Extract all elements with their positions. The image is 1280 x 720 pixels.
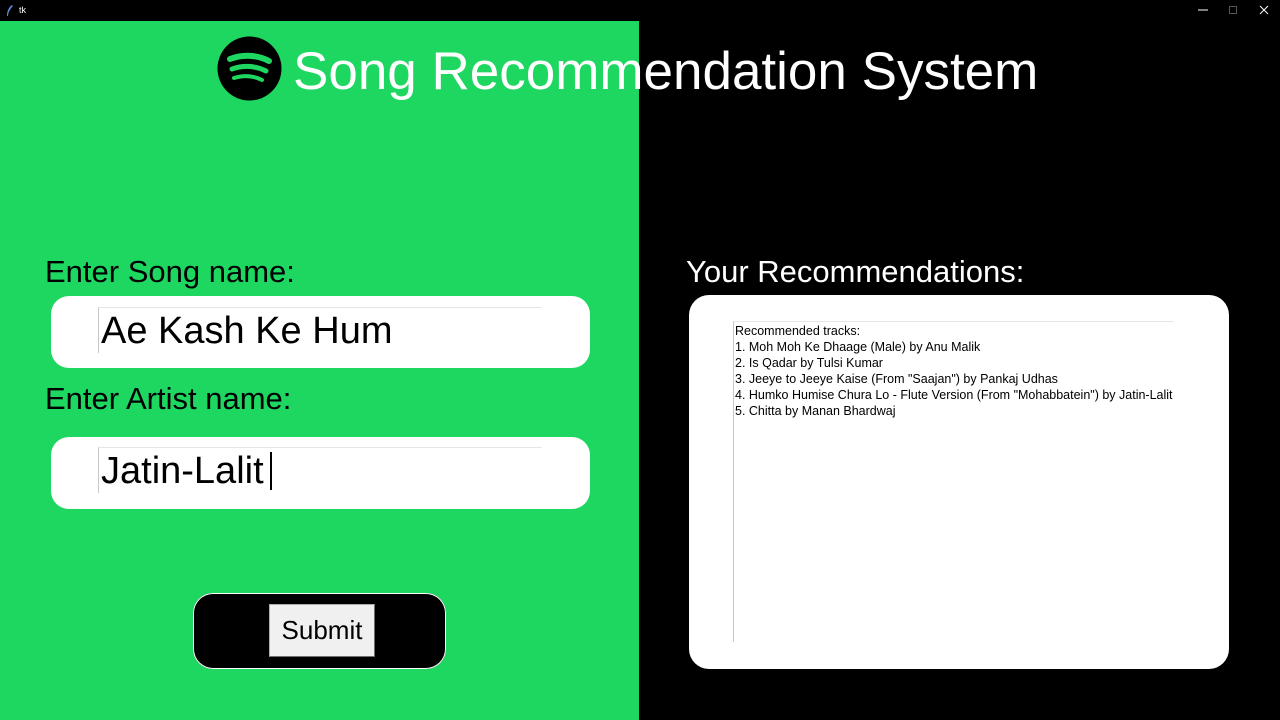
- feather-icon: [6, 4, 14, 16]
- song-name-label: Enter Song name:: [45, 254, 295, 289]
- recommendation-item: 1. Moh Moh Ke Dhaage (Male) by Anu Malik: [735, 340, 981, 354]
- window-titlebar: tk: [0, 0, 1280, 21]
- recommendations-label: Your Recommendations:: [686, 254, 1025, 289]
- recommendation-item: 3. Jeeye to Jeeye Kaise (From "Saajan") …: [735, 372, 1058, 386]
- recommendations-heading: Recommended tracks:: [735, 324, 861, 338]
- recommendation-item: 4. Humko Humise Chura Lo - Flute Version…: [735, 388, 1173, 402]
- artist-name-input[interactable]: [98, 447, 542, 493]
- song-name-input[interactable]: [98, 307, 542, 353]
- maximize-icon: [1229, 6, 1237, 14]
- minimize-icon: [1198, 9, 1208, 11]
- minimize-button[interactable]: [1188, 0, 1218, 21]
- app-title: Song Recommendation System: [293, 42, 1039, 101]
- artist-name-label: Enter Artist name:: [45, 381, 292, 416]
- recommendation-item: 2. Is Qadar by Tulsi Kumar: [735, 356, 883, 370]
- spotify-logo-icon: [217, 36, 282, 101]
- submit-button[interactable]: Submit: [269, 604, 375, 657]
- recommendations-textbox[interactable]: Recommended tracks: 1. Moh Moh Ke Dhaage…: [733, 321, 1174, 642]
- close-icon: [1259, 5, 1269, 15]
- close-button[interactable]: [1249, 0, 1279, 21]
- maximize-button[interactable]: [1218, 0, 1248, 21]
- text-cursor: [270, 452, 272, 490]
- recommendation-item: 5. Chitta by Manan Bhardwaj: [735, 404, 896, 418]
- window-title: tk: [19, 5, 27, 15]
- app-window: tk Song Recommendation System Enter Song…: [0, 0, 1280, 720]
